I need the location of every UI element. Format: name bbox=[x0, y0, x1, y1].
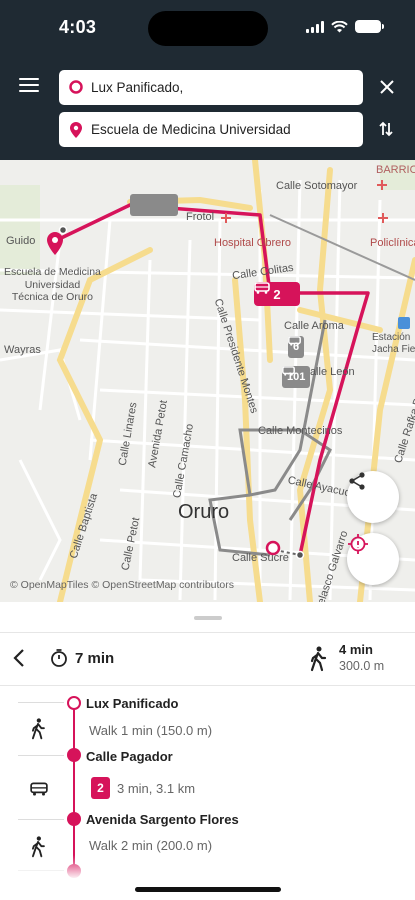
route-line-number: 2 bbox=[273, 286, 281, 302]
share-icon bbox=[349, 472, 365, 490]
leg-transit-text[interactable]: 3 min, 3.1 km bbox=[117, 781, 195, 796]
destination-value: Escuela de Medicina Universidad bbox=[91, 122, 291, 137]
wifi-icon bbox=[331, 20, 348, 32]
alt-line-badge[interactable]: 101 bbox=[282, 366, 311, 388]
dynamic-island bbox=[148, 11, 268, 46]
bus-icon bbox=[254, 282, 270, 294]
stop-marker bbox=[67, 748, 81, 762]
origin-field[interactable]: Lux Panificado, bbox=[59, 70, 363, 105]
divider bbox=[18, 819, 64, 820]
map-label: BARRIO bbox=[376, 164, 415, 176]
sheet-drag-handle[interactable] bbox=[194, 616, 222, 620]
divider bbox=[18, 702, 64, 703]
origin-value: Lux Panificado, bbox=[91, 80, 184, 95]
menu-button[interactable] bbox=[19, 78, 39, 94]
bus-icon bbox=[30, 782, 48, 796]
status-bar: 4:03 bbox=[0, 0, 415, 56]
trip-duration-value: 7 min bbox=[75, 649, 115, 667]
battery-icon bbox=[355, 20, 384, 33]
stop-name[interactable]: Calle Pagador bbox=[86, 749, 173, 764]
map-attribution[interactable]: © OpenMapTiles © OpenStreetMap contribut… bbox=[10, 579, 234, 591]
line-number-chip[interactable]: 2 bbox=[91, 777, 110, 799]
route-line-badge[interactable]: 2 bbox=[254, 282, 300, 306]
stop-marker bbox=[67, 812, 81, 826]
header: 4:03 Lux Panificado, Escuela de Medicina… bbox=[0, 0, 415, 160]
city-label: Oruro bbox=[178, 501, 230, 523]
map-label: Hospital Obrero bbox=[214, 237, 292, 249]
leg-walk-text[interactable]: Walk 1 min (150.0 m) bbox=[89, 723, 212, 738]
home-indicator[interactable] bbox=[135, 887, 281, 892]
map-label: Calle Sotomayor bbox=[276, 180, 358, 192]
divider bbox=[18, 755, 64, 756]
share-button[interactable] bbox=[347, 471, 399, 523]
back-icon[interactable] bbox=[11, 648, 27, 668]
trip-duration: 7 min bbox=[49, 648, 114, 668]
walk-distance: 300.0 m bbox=[339, 659, 385, 673]
status-time: 4:03 bbox=[59, 17, 97, 37]
destination-field[interactable]: Escuela de Medicina Universidad bbox=[59, 112, 363, 147]
bus-icon bbox=[288, 336, 301, 346]
walk-time: 4 min bbox=[339, 642, 373, 657]
leg-walk-text[interactable]: Walk 2 min (200.0 m) bbox=[89, 838, 212, 853]
walk-icon bbox=[31, 718, 45, 740]
timeline-line bbox=[73, 703, 75, 877]
map-label: Escuela de Medicina Universidad Técnica … bbox=[4, 266, 101, 303]
map-label: Calle Sucre bbox=[232, 552, 289, 564]
map-label: Estación Jacha Fie bbox=[372, 332, 415, 355]
destination-pin-icon bbox=[70, 122, 82, 138]
stop-marker bbox=[67, 696, 81, 710]
crosshair-icon bbox=[348, 534, 368, 554]
swap-icon[interactable] bbox=[377, 120, 395, 143]
timer-icon bbox=[51, 649, 67, 667]
map-label: Policlínica bbox=[370, 237, 415, 249]
locate-button[interactable] bbox=[347, 533, 399, 585]
map-label: Calle Aroma bbox=[284, 320, 344, 332]
close-icon[interactable] bbox=[379, 79, 395, 95]
map-label: Calle Montecinos bbox=[258, 425, 343, 437]
origin-circle-icon bbox=[69, 80, 83, 94]
bus-icon bbox=[282, 366, 295, 376]
divider bbox=[0, 685, 415, 686]
signal-icon bbox=[306, 20, 324, 33]
alt-line-badge[interactable]: 6 bbox=[288, 336, 305, 358]
stop-name[interactable]: Avenida Sargento Flores bbox=[86, 812, 239, 827]
status-icons bbox=[306, 20, 384, 33]
stop-name[interactable]: Lux Panificado bbox=[86, 696, 178, 711]
walk-icon bbox=[310, 646, 327, 672]
scroll-fade bbox=[0, 855, 415, 900]
map-label: Guido bbox=[6, 235, 36, 247]
map-label: Wayras bbox=[4, 344, 41, 356]
route-map[interactable]: Calle Sotomayor BARRIO Guido Frotol Hosp… bbox=[0, 160, 415, 602]
map-label: Frotol bbox=[186, 211, 215, 223]
divider bbox=[0, 632, 415, 633]
